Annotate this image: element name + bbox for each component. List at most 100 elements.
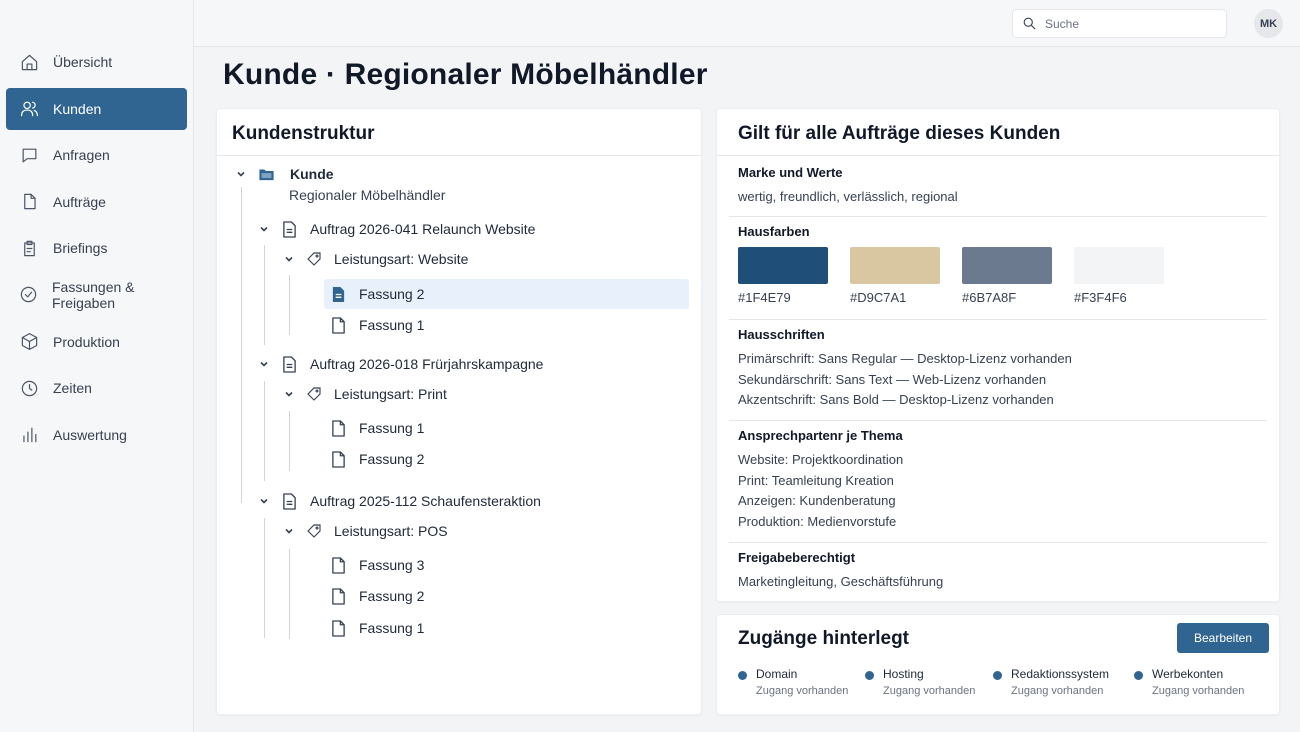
tree-node-version[interactable]: Fassung 1	[331, 310, 424, 340]
sidebar-item-auswertung[interactable]: Auswertung	[6, 414, 187, 456]
tree-node-version[interactable]: Fassung 2	[331, 444, 424, 474]
sidebar-item-anfragen[interactable]: Anfragen	[6, 134, 187, 176]
tree-node-version[interactable]: Fassung 3	[331, 550, 424, 580]
sidebar-item-zeiten[interactable]: Zeiten	[6, 367, 187, 409]
contact-line: Website: Projektkoordination	[738, 452, 904, 467]
chevron-down-icon[interactable]	[258, 223, 270, 235]
tree-node-order[interactable]: Auftrag 2025-112 Schaufensteraktion	[258, 486, 541, 516]
colors-heading: Hausfarben	[738, 224, 810, 239]
swatch-hex: #F3F4F6	[1074, 290, 1127, 305]
info-title: Gilt für alle Aufträge dieses Kunden	[738, 123, 1061, 144]
box-icon	[19, 332, 39, 352]
check-circle-icon	[19, 285, 38, 305]
chevron-down-icon[interactable]	[258, 495, 270, 507]
approval-heading: Freigabeberechtigt	[738, 550, 856, 565]
swatch-hex: #1F4E79	[738, 290, 791, 305]
tree-line	[264, 381, 265, 481]
clock-icon	[19, 378, 39, 398]
version-label: Fassung 2	[359, 588, 425, 604]
sidebar-item-label: Kunden	[53, 100, 102, 117]
color-swatch: #D9C7A1	[850, 247, 962, 305]
access-status: Zugang vorhanden	[883, 685, 976, 697]
version-label: Fassung 1	[359, 317, 425, 333]
document-icon	[332, 619, 345, 637]
status-dot	[738, 671, 747, 680]
sidebar-item-label: Anfragen	[53, 147, 110, 164]
contacts-heading: Ansprechpartenr je Thema	[738, 428, 903, 443]
tree-node-version[interactable]: Fassung 1	[331, 613, 424, 643]
tree-node-root[interactable]: Kunde	[235, 159, 334, 189]
tree-node-service[interactable]: Leistungsart: Print	[283, 379, 447, 409]
tag-icon	[307, 524, 321, 538]
approval-section: Freigabeberechtigt Marketingleitung, Ges…	[729, 550, 1267, 596]
order-label: Auftrag 2026-018 Frürjahrskampagne	[310, 356, 544, 372]
chevron-down-icon[interactable]	[258, 358, 270, 370]
customer-defaults-card: Gilt für alle Aufträge dieses Kunden Mar…	[716, 108, 1280, 602]
chevron-down-icon[interactable]	[283, 253, 295, 265]
tree-node-order[interactable]: Auftrag 2026-018 Frürjahrskampagne	[258, 349, 543, 379]
sidebar-item-label: Auswertung	[53, 426, 127, 443]
access-name: Hosting	[883, 667, 924, 681]
search-input[interactable]	[1045, 16, 1205, 31]
document-icon	[283, 355, 296, 373]
order-label: Auftrag 2025-112 Schaufensteraktion	[310, 493, 541, 509]
chevron-down-icon[interactable]	[283, 388, 295, 400]
tree-node-version[interactable]: Fassung 2	[331, 581, 424, 611]
colors-section: Hausfarben #1F4E79 #D9C7A1 #6B7A8F #F3F4…	[729, 224, 1267, 320]
page-title: Kunde · Regionaler Möbelhändler	[223, 58, 708, 91]
service-label: Leistungsart: Website	[334, 251, 469, 267]
tree-node-version-selected[interactable]: Fassung 2	[331, 279, 424, 309]
document-icon	[19, 192, 39, 212]
topbar: MK	[194, 0, 1300, 47]
access-card: Zugänge hinterlegt Bearbeiten Domain Zug…	[716, 614, 1280, 715]
message-icon	[19, 145, 39, 165]
access-status: Zugang vorhanden	[1152, 685, 1245, 697]
swatch-hex: #6B7A8F	[962, 290, 1017, 305]
search-icon	[1023, 17, 1036, 30]
sidebar-item-kunden[interactable]: Kunden	[6, 87, 187, 130]
search-box[interactable]	[1012, 9, 1227, 38]
access-name: Werbekonten	[1152, 667, 1224, 681]
sidebar-item-label: Briefings	[53, 240, 108, 257]
tree-node-version[interactable]: Fassung 1	[331, 413, 424, 443]
sidebar-item-uebersicht[interactable]: Übersicht	[6, 41, 187, 83]
sidebar-item-fassungen[interactable]: Fassungen & Freigaben	[6, 274, 187, 316]
swatch-fill	[1074, 247, 1164, 284]
access-title: Zugänge hinterlegt	[738, 628, 909, 649]
service-label: Leistungsart: Print	[334, 386, 447, 402]
order-label: Auftrag 2026-041 Relaunch Website	[310, 221, 536, 237]
color-swatch: #1F4E79	[738, 247, 850, 305]
sidebar-item-label: Übersicht	[53, 54, 113, 70]
document-icon	[332, 316, 345, 334]
tree-title: Kundenstruktur	[232, 123, 375, 144]
sidebar-item-briefings[interactable]: Briefings	[6, 227, 187, 269]
tree-node-order[interactable]: Auftrag 2026-041 Relaunch Website	[258, 214, 535, 244]
document-icon	[332, 419, 345, 437]
approval-text: Marketingleitung, Geschäftsführung	[738, 574, 944, 589]
document-icon	[332, 286, 345, 302]
clipboard-icon	[19, 238, 39, 258]
tree-node-service[interactable]: Leistungsart: Website	[283, 244, 468, 274]
brand-section: Marke und Werte wertig, freundlich, verl…	[729, 165, 1267, 217]
tree-line	[264, 518, 265, 638]
access-name: Redaktionssystem	[1011, 667, 1110, 681]
avatar[interactable]: MK	[1254, 9, 1283, 38]
tree-line	[289, 275, 290, 335]
tree-line	[264, 245, 265, 345]
chevron-down-icon[interactable]	[235, 168, 247, 180]
document-icon	[332, 556, 345, 574]
status-dot	[993, 671, 1002, 680]
tree-node-service[interactable]: Leistungsart: POS	[283, 516, 448, 546]
sidebar: Übersicht Kunden Anfragen Aufträge Brief…	[0, 0, 194, 732]
tree-root-sublabel: Regionaler Möbelhändler	[289, 187, 446, 203]
document-icon	[332, 587, 345, 605]
sidebar-item-produktion[interactable]: Produktion	[6, 321, 187, 363]
tree-line	[289, 411, 290, 471]
contact-line: Produktion: Medienvorstufe	[738, 514, 897, 530]
document-icon	[283, 220, 296, 238]
edit-button[interactable]: Bearbeiten	[1177, 623, 1269, 653]
chevron-down-icon[interactable]	[283, 525, 295, 537]
sidebar-item-auftraege[interactable]: Aufträge	[6, 181, 187, 223]
color-swatch: #6B7A8F	[962, 247, 1074, 305]
sidebar-item-label: Fassungen & Freigaben	[52, 278, 135, 311]
